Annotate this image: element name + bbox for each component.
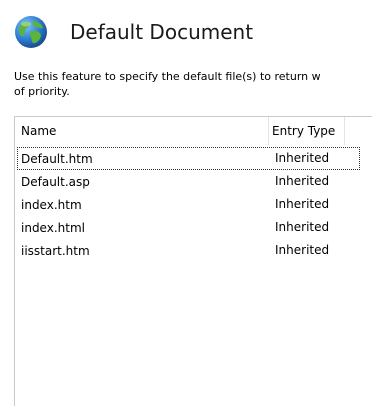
list-item[interactable]: Default.asp Inherited <box>17 170 360 193</box>
description-line-2: of priority. <box>14 85 70 98</box>
item-name: Default.asp <box>21 174 90 189</box>
item-entry-type: Inherited <box>275 197 330 211</box>
column-divider[interactable] <box>344 117 345 145</box>
page-title: Default Document <box>70 20 254 44</box>
page-header: Default Document <box>14 12 253 52</box>
item-entry-type: Inherited <box>275 220 330 234</box>
item-name: index.htm <box>21 197 82 212</box>
feature-description: Use this feature to specify the default … <box>14 69 372 99</box>
item-name: iisstart.htm <box>21 243 90 258</box>
list-item[interactable]: index.htm Inherited <box>17 193 360 216</box>
item-name: Default.htm <box>21 151 93 166</box>
list-rows: Default.htm Inherited Default.asp Inheri… <box>15 147 372 262</box>
item-entry-type: Inherited <box>275 243 330 257</box>
list-item[interactable]: iisstart.htm Inherited <box>17 239 360 262</box>
item-entry-type: Inherited <box>275 151 330 165</box>
list-item[interactable]: index.html Inherited <box>17 216 360 239</box>
list-item[interactable]: Default.htm Inherited <box>17 147 360 170</box>
item-name: index.html <box>21 220 85 235</box>
list-header: Name Entry Type <box>15 117 372 145</box>
default-document-list[interactable]: Name Entry Type Default.htm Inherited De… <box>14 116 372 406</box>
globe-icon <box>15 16 47 48</box>
column-header-entry-type[interactable]: Entry Type <box>269 117 344 145</box>
description-line-1: Use this feature to specify the default … <box>14 70 321 83</box>
column-header-name[interactable]: Name <box>15 124 268 138</box>
item-entry-type: Inherited <box>275 174 330 188</box>
